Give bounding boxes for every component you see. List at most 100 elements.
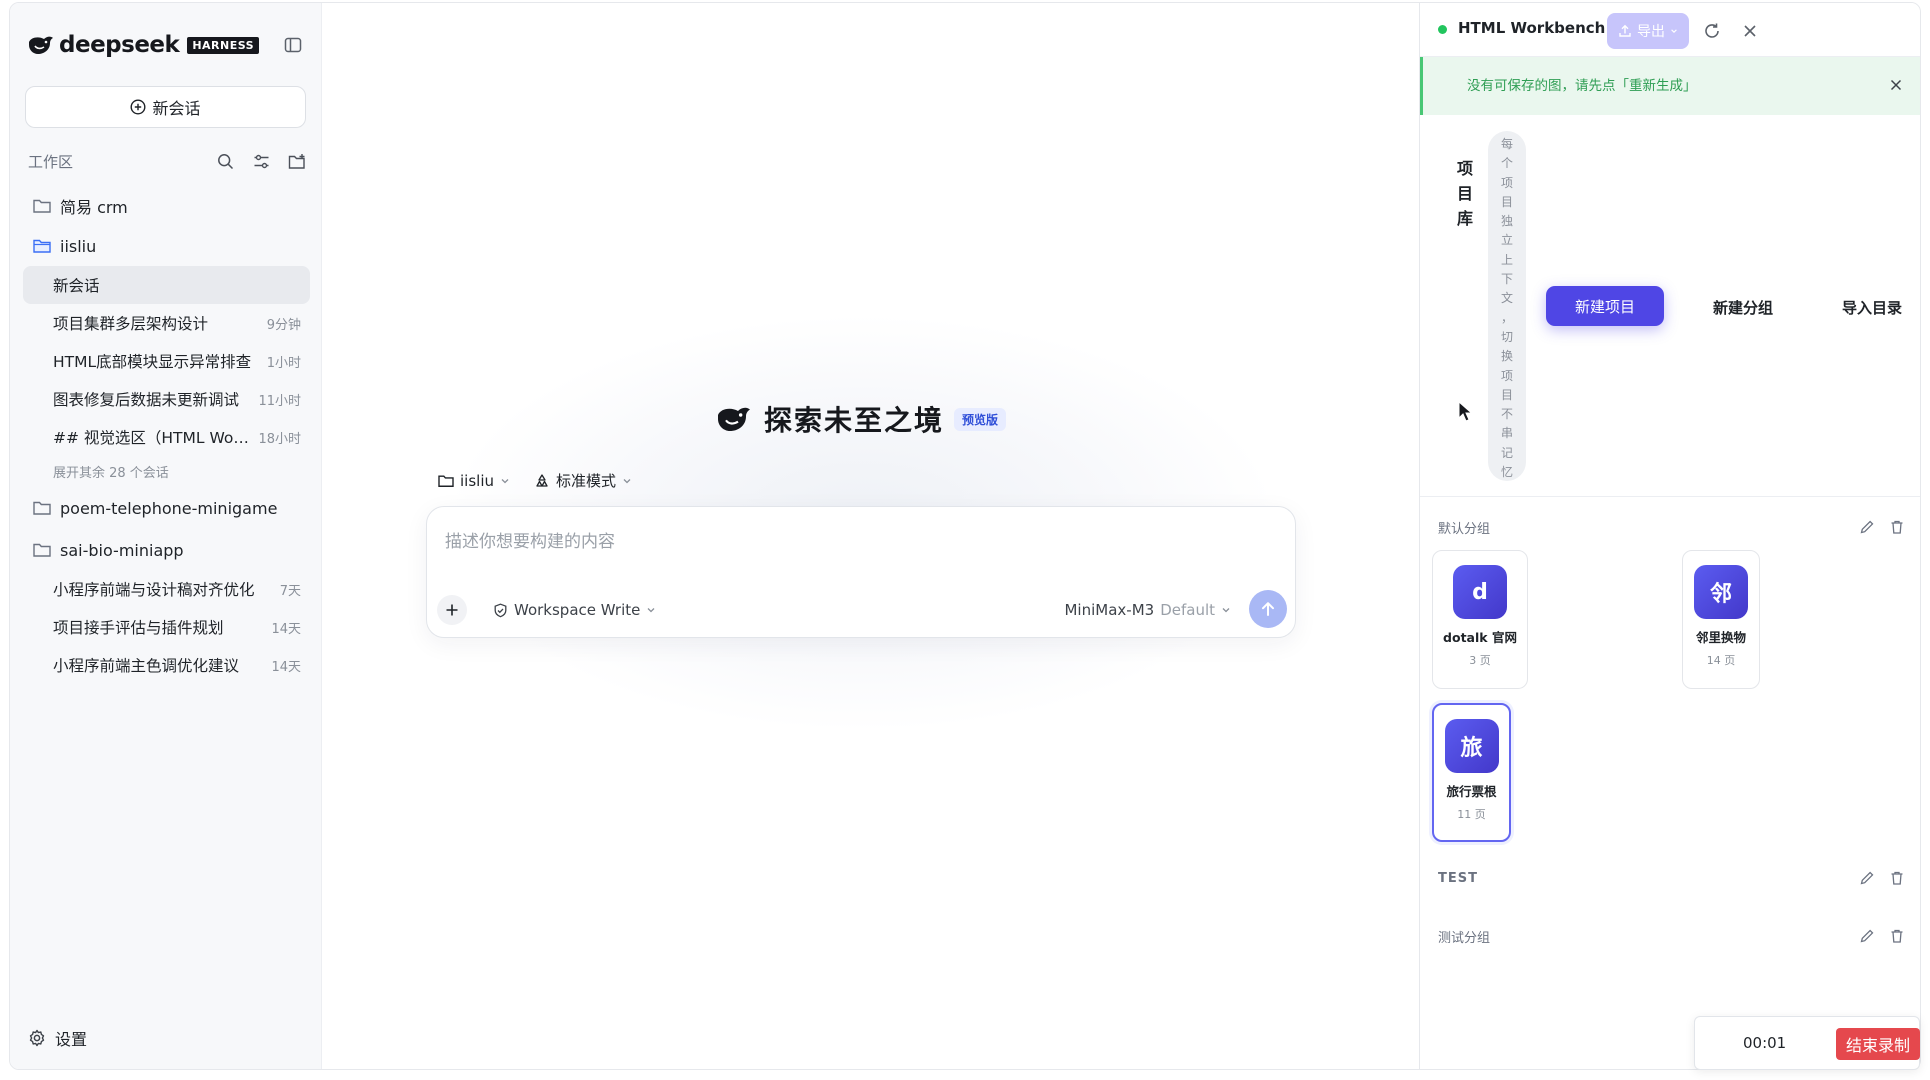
edit-group-button[interactable] (1859, 870, 1875, 886)
conversation-item[interactable]: HTML底部模块显示异常排查 1小时 (23, 342, 310, 380)
project-avatar: d (1453, 565, 1507, 619)
workspace-header: 工作区 (28, 149, 308, 173)
new-project-button[interactable]: 新建项目 (1546, 286, 1664, 326)
folder-icon (33, 501, 51, 515)
new-group-button[interactable]: 新建分组 (1713, 297, 1773, 318)
project-avatar: 邻 (1694, 565, 1748, 619)
project-card[interactable]: 邻 邻里换物 14 页 (1682, 550, 1760, 689)
project-pages: 3 页 (1469, 654, 1491, 667)
hero-title: 探索未至之境 (764, 404, 945, 437)
close-icon[interactable] (1888, 77, 1904, 93)
recycle-icon (536, 473, 548, 487)
attach-button[interactable] (437, 595, 467, 625)
sidebar: deepseek HARNESS 新会话 工作区 简易 crm iisliu 新… (10, 3, 322, 1069)
deepseek-whale-icon (29, 36, 53, 54)
add-folder-button[interactable] (286, 150, 308, 172)
trash-icon (1891, 871, 1903, 885)
delete-group-button[interactable] (1889, 519, 1905, 535)
model-selector[interactable]: MiniMax-M3 Default (1064, 601, 1231, 619)
chevron-down-icon (1671, 29, 1677, 33)
mode-selector[interactable]: 标准模式 (534, 470, 632, 491)
permission-selector[interactable]: Workspace Write (493, 601, 656, 619)
gear-icon (29, 1029, 45, 1047)
import-dir-button[interactable]: 导入目录 (1842, 297, 1902, 318)
edit-group-button[interactable] (1859, 928, 1875, 944)
delete-group-button[interactable] (1889, 928, 1905, 944)
close-icon[interactable] (1740, 21, 1760, 41)
chevron-down-icon (647, 608, 655, 613)
conversation-item[interactable]: ## 视觉选区（HTML Wor... 18小时 (23, 418, 310, 456)
workbench-header: HTML Workbench 导出 (1420, 3, 1920, 57)
folder-icon (33, 543, 51, 557)
upload-icon (1619, 24, 1631, 37)
project-card[interactable]: d dotalk 官网 3 页 (1432, 550, 1528, 689)
group-header: 默认分组 (1438, 515, 1905, 539)
conversation-title: ## 视觉选区（HTML Wor... (53, 429, 251, 447)
library-hint-text: 每个项目独立上下文，切换项目不串记忆 (1500, 137, 1513, 480)
conversation-title: HTML底部模块显示异常排查 (53, 353, 252, 371)
workspace-label: 工作区 (28, 152, 74, 171)
pencil-icon (1860, 520, 1874, 534)
group-header: 测试分组 (1438, 924, 1905, 948)
permission-label: Workspace Write (514, 601, 641, 619)
workbench-title: HTML Workbench (1458, 19, 1606, 37)
trash-icon (1891, 929, 1903, 943)
folder-selector-label: iisliu (460, 471, 494, 490)
chevron-down-icon (1222, 608, 1230, 613)
group-header: TEST (1438, 866, 1905, 890)
search-button[interactable] (214, 150, 236, 172)
settings-button[interactable]: 设置 (28, 1026, 87, 1050)
stop-recording-button[interactable]: 结束录制 (1836, 1028, 1920, 1060)
conversation-title: 小程序前端主色调优化建议 (53, 657, 240, 675)
conversation-item[interactable]: 小程序前端主色调优化建议 14天 (23, 646, 310, 684)
settings-label: 设置 (55, 1030, 88, 1049)
folder-selector[interactable]: iisliu (438, 470, 510, 491)
group-name: 默认分组 (1438, 521, 1491, 537)
conversation-item[interactable]: 图表修复后数据未更新调试 11小时 (23, 380, 310, 418)
group-name: 测试分组 (1438, 930, 1491, 946)
delete-group-button[interactable] (1889, 870, 1905, 886)
conversation-item[interactable]: 小程序前端与设计稿对齐优化 7天 (23, 570, 310, 608)
folder-open-icon (33, 239, 51, 253)
conversation-time: 9分钟 (266, 317, 301, 333)
conversation-item[interactable]: 项目集群多层架构设计 9分钟 (23, 304, 310, 342)
conversation-title: 项目接手评估与插件规划 (53, 619, 224, 637)
refresh-icon[interactable] (1702, 21, 1722, 41)
edit-group-button[interactable] (1859, 519, 1875, 535)
conversation-item[interactable]: 新会话 (23, 266, 310, 304)
folder-icon (438, 474, 454, 487)
mouse-cursor-icon (1458, 401, 1472, 422)
conversation-time: 14天 (271, 659, 301, 675)
send-button[interactable] (1249, 590, 1287, 628)
logo: deepseek HARNESS (27, 29, 260, 61)
prompt-input[interactable]: 描述你想要构建的内容 (445, 527, 615, 552)
search-icon (217, 153, 233, 169)
folder-item[interactable]: iisliu (23, 226, 310, 266)
folder-name: poem-telephone-minigame (60, 498, 278, 518)
expand-more-link[interactable]: 展开其余 28 个会话 (23, 456, 310, 486)
sliders-icon (254, 154, 268, 168)
conversation-item[interactable]: 项目接手评估与插件规划 14天 (23, 608, 310, 646)
shield-check-icon (494, 603, 507, 617)
mode-selector-label: 标准模式 (556, 472, 617, 490)
sidebar-toggle-button[interactable] (282, 34, 304, 56)
folder-plus-icon (288, 153, 305, 169)
library-hint-pill: 每个项目独立上下文，切换项目不串记忆 (1488, 131, 1526, 481)
folder-icon (33, 199, 51, 213)
new-chat-button[interactable]: 新会话 (25, 86, 306, 128)
project-name: 旅行票根 (1446, 784, 1497, 799)
export-button[interactable]: 导出 (1607, 13, 1689, 49)
context-bar: iisliu 标准模式 (438, 470, 632, 491)
folder-item[interactable]: poem-telephone-minigame (23, 488, 310, 528)
model-name: MiniMax-M3 (1064, 601, 1155, 619)
recording-widget: 00:01 结束录制 (1694, 1016, 1920, 1070)
project-card-selected[interactable]: 旅 旅行票根 11 页 (1432, 703, 1511, 842)
folder-item[interactable]: sai-bio-miniapp (23, 530, 310, 570)
folder-name: sai-bio-miniapp (60, 540, 184, 560)
filter-button[interactable] (250, 150, 272, 172)
folder-name: 简易 crm (60, 198, 128, 217)
project-name: dotalk 官网 (1443, 630, 1517, 645)
model-default-tag: Default (1160, 601, 1215, 619)
folder-item[interactable]: 简易 crm (23, 186, 310, 226)
plus-circle-icon (130, 99, 146, 115)
